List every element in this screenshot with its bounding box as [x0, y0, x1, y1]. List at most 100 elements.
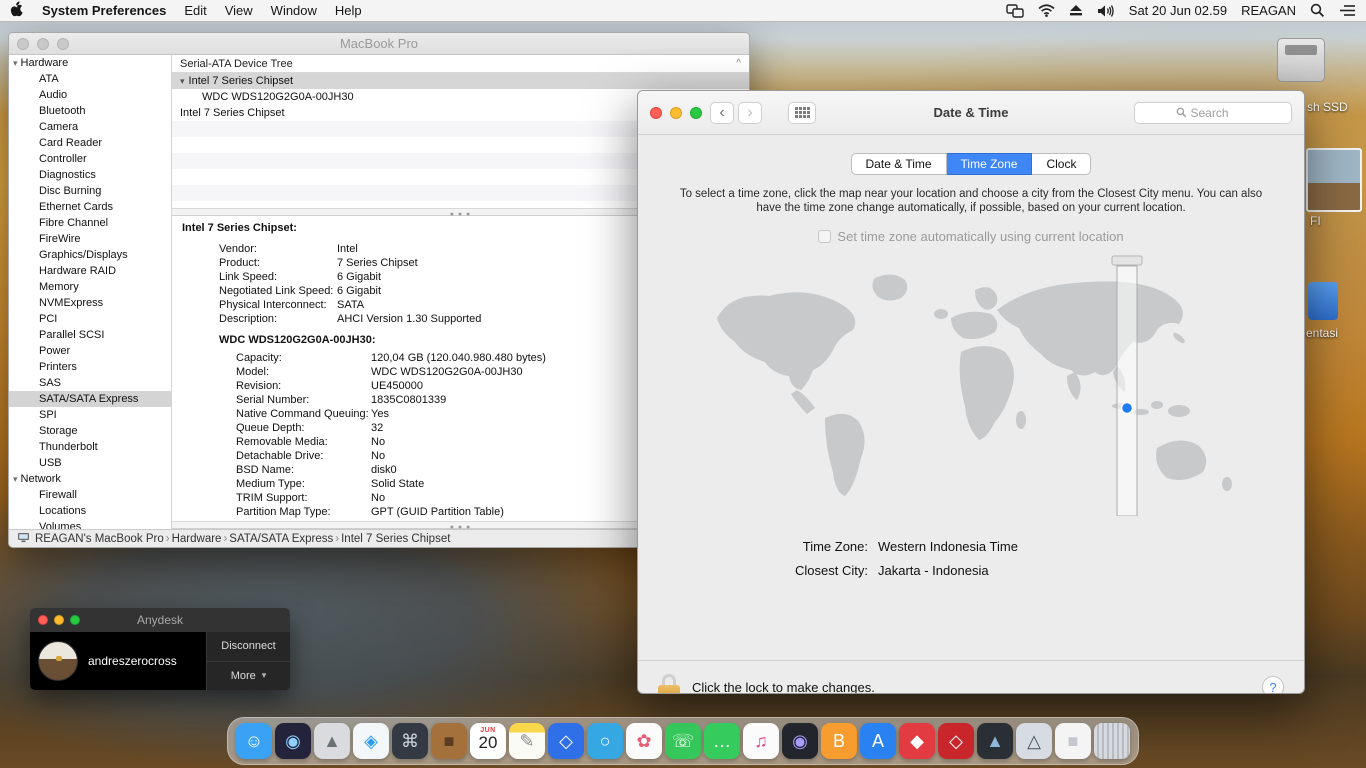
dock-notes[interactable]: ✎ — [509, 723, 545, 759]
sidebar-section-label: Network — [21, 473, 61, 485]
dock-messages[interactable]: … — [704, 723, 740, 759]
auto-timezone-checkbox[interactable] — [818, 230, 831, 243]
sidebar-item-bluetooth[interactable]: Bluetooth — [9, 103, 171, 119]
apple-menu-icon[interactable] — [10, 1, 24, 20]
sidebar-item-memory[interactable]: Memory — [9, 279, 171, 295]
breadcrumb-item[interactable]: SATA/SATA Express — [229, 533, 333, 545]
wifi-icon[interactable] — [1038, 4, 1055, 17]
sidebar-section-network[interactable]: ▾Network — [9, 471, 171, 487]
dock-trash[interactable] — [1094, 723, 1130, 759]
date-time-toolbar[interactable]: ‹ › Date & Time — [638, 91, 1304, 135]
more-button[interactable]: More ▾ — [207, 661, 290, 691]
dock-app-store[interactable]: A — [860, 723, 896, 759]
sidebar-item-card-reader[interactable]: Card Reader — [9, 135, 171, 151]
notification-center-icon[interactable] — [1339, 4, 1356, 17]
dock-app-red-2[interactable]: ◇ — [938, 723, 974, 759]
sysinfo-titlebar[interactable]: MacBook Pro — [9, 33, 749, 55]
tab-clock[interactable]: Clock — [1032, 153, 1091, 175]
sidebar-item-spi[interactable]: SPI — [9, 407, 171, 423]
sidebar-section-hardware[interactable]: ▾Hardware — [9, 55, 171, 71]
sidebar-item-diagnostics[interactable]: Diagnostics — [9, 167, 171, 183]
eject-icon[interactable] — [1069, 4, 1083, 17]
timezone-band-handle[interactable] — [1112, 256, 1142, 265]
sidebar-item-ata[interactable]: ATA — [9, 71, 171, 87]
screen-share-icon[interactable] — [1006, 4, 1024, 18]
sidebar-item-ethernet-cards[interactable]: Ethernet Cards — [9, 199, 171, 215]
sidebar-item-parallel-scsi[interactable]: Parallel SCSI — [9, 327, 171, 343]
menubar-clock[interactable]: Sat 20 Jun 02.59 — [1129, 3, 1227, 18]
disclosure-icon[interactable]: ▾ — [180, 73, 185, 89]
sidebar-item-usb[interactable]: USB — [9, 455, 171, 471]
dock-books[interactable]: B — [821, 723, 857, 759]
sidebar-item-sas[interactable]: SAS — [9, 375, 171, 391]
tree-row-intel-7-series-chipset[interactable]: ▾Intel 7 Series Chipset — [172, 73, 749, 89]
sidebar-item-pci[interactable]: PCI — [9, 311, 171, 327]
world-map[interactable] — [679, 254, 1263, 521]
closest-city-value[interactable]: Jakarta - Indonesia — [868, 559, 989, 583]
menubar-item-help[interactable]: Help — [335, 3, 362, 18]
photo-file-icon[interactable] — [1306, 148, 1362, 212]
dock-app-light[interactable]: ■ — [1055, 723, 1091, 759]
sidebar-item-sata-sata-express[interactable]: SATA/SATA Express — [9, 391, 171, 407]
dock-calendar[interactable]: JUN20 — [470, 723, 506, 759]
dock-app-red-1[interactable]: ◆ — [899, 723, 935, 759]
sidebar-item-firewire[interactable]: FireWire — [9, 231, 171, 247]
lock-icon[interactable] — [658, 674, 680, 694]
dock-finder[interactable]: ☺ — [236, 723, 272, 759]
menubar-user[interactable]: REAGAN — [1241, 3, 1296, 18]
tab-time-zone[interactable]: Time Zone — [947, 153, 1033, 175]
sidebar-item-audio[interactable]: Audio — [9, 87, 171, 103]
hard-disk-icon[interactable] — [1277, 38, 1325, 82]
sidebar-item-hardware-raid[interactable]: Hardware RAID — [9, 263, 171, 279]
dock-safari[interactable]: ◈ — [353, 723, 389, 759]
dock-app-brown[interactable]: ■ — [431, 723, 467, 759]
sidebar-item-nvmexpress[interactable]: NVMExpress — [9, 295, 171, 311]
dock-music[interactable]: ♫ — [743, 723, 779, 759]
search-input[interactable] — [1191, 106, 1251, 120]
sidebar-item-controller[interactable]: Controller — [9, 151, 171, 167]
breadcrumb-item[interactable]: Intel 7 Series Chipset — [341, 533, 450, 545]
sidebar-item-locations[interactable]: Locations — [9, 503, 171, 519]
sidebar-item-firewall[interactable]: Firewall — [9, 487, 171, 503]
help-button[interactable]: ? — [1262, 676, 1284, 694]
selected-timezone-band[interactable] — [1117, 266, 1137, 516]
search-field[interactable] — [1134, 102, 1292, 124]
sidebar-item-camera[interactable]: Camera — [9, 119, 171, 135]
dock-siri[interactable]: ◉ — [275, 723, 311, 759]
blue-file-label[interactable]: entasi — [1306, 326, 1338, 340]
sidebar-item-thunderbolt[interactable]: Thunderbolt — [9, 439, 171, 455]
dock-app-blue[interactable]: ◇ — [548, 723, 584, 759]
sidebar-item-storage[interactable]: Storage — [9, 423, 171, 439]
sidebar-item-graphics-displays[interactable]: Graphics/Displays — [9, 247, 171, 263]
dock-launchpad[interactable]: ▲ — [314, 723, 350, 759]
menubar-item-view[interactable]: View — [225, 3, 253, 18]
volume-icon[interactable] — [1097, 4, 1115, 18]
spotlight-search-icon[interactable] — [1310, 3, 1325, 18]
sidebar-item-power[interactable]: Power — [9, 343, 171, 359]
dock-photos[interactable]: ✿ — [626, 723, 662, 759]
breadcrumb-item[interactable]: Hardware — [172, 533, 222, 545]
dock-app-dark-2[interactable]: ◉ — [782, 723, 818, 759]
sidebar-item-disc-burning[interactable]: Disc Burning — [9, 183, 171, 199]
dock-app-prism[interactable]: △ — [1016, 723, 1052, 759]
sidebar-item-fibre-channel[interactable]: Fibre Channel — [9, 215, 171, 231]
sort-ascending-icon[interactable]: ^ — [736, 58, 741, 69]
menubar-app-name[interactable]: System Preferences — [42, 3, 166, 18]
sidebar-item-volumes[interactable]: Volumes — [9, 519, 171, 529]
disconnect-button[interactable]: Disconnect — [207, 632, 290, 661]
disk-label[interactable]: sh SSD — [1307, 100, 1348, 114]
dock-app-dark-1[interactable]: ⌘ — [392, 723, 428, 759]
menubar-item-edit[interactable]: Edit — [184, 3, 206, 18]
sidebar-item-printers[interactable]: Printers — [9, 359, 171, 375]
breadcrumb-item[interactable]: REAGAN's MacBook Pro — [35, 533, 164, 545]
dock-facetime[interactable]: ☏ — [665, 723, 701, 759]
device-tree-header[interactable]: Serial-ATA Device Tree ^ — [172, 55, 749, 73]
photo-file-label[interactable]: FI — [1310, 214, 1321, 228]
dock-app-droplet[interactable]: ○ — [587, 723, 623, 759]
dock-app-mountain[interactable]: ▲ — [977, 723, 1013, 759]
timezone-pin[interactable] — [1122, 403, 1133, 414]
anydesk-titlebar[interactable]: Anydesk — [30, 608, 290, 632]
tab-date-time[interactable]: Date & Time — [851, 153, 947, 175]
menubar-item-window[interactable]: Window — [271, 3, 317, 18]
blue-file-icon[interactable] — [1308, 282, 1338, 320]
